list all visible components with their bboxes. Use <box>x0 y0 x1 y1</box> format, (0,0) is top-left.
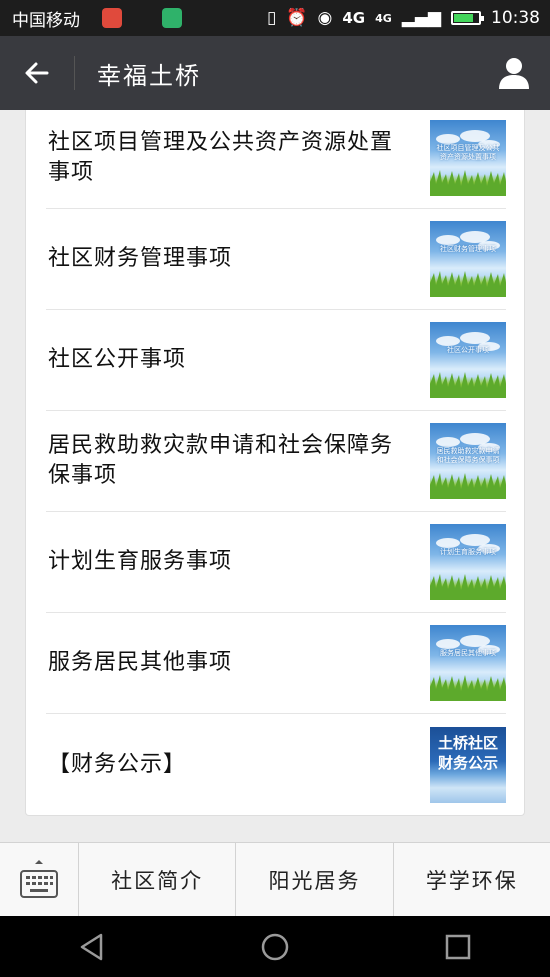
thumbnail-caption: 社区项目管理及公共资产资源处置事项 <box>436 144 500 161</box>
cloud-shape <box>436 639 460 649</box>
cloud-shape <box>436 437 460 447</box>
article-item[interactable]: 计划生育服务事项 计划生育服务事项 <box>46 512 506 613</box>
home-circle-icon <box>261 933 289 960</box>
profile-button[interactable] <box>496 55 532 91</box>
thumbnail-caption: 土桥社区财务公示 <box>437 733 498 772</box>
thumbnail-caption: 居民救助救灾款申请和社会保障务保事项 <box>436 447 500 464</box>
article-thumbnail: 土桥社区财务公示 <box>430 726 506 803</box>
signal-icon: ▂▄▆ <box>401 7 441 28</box>
page-title: 幸福土桥 <box>97 61 201 90</box>
bottom-menu: 社区简介 阳光居务 学学环保 <box>0 842 550 916</box>
status-bar: 中国移动 ▯ ⏰ ◉ 4G 4G ▂▄▆ 10:38 <box>0 0 550 36</box>
back-triangle-icon <box>80 933 102 960</box>
article-thumbnail: 社区公开事项 <box>430 322 506 398</box>
grass-shape <box>430 574 506 600</box>
grass-shape <box>430 170 506 196</box>
network-type-label: 4G <box>342 9 366 27</box>
thumbnail-caption: 社区财务管理事项 <box>440 245 496 253</box>
grass-shape <box>430 372 506 398</box>
menu-item-affairs[interactable]: 阳光居务 <box>236 843 394 916</box>
article-title: 社区财务管理事项 <box>48 246 233 271</box>
eye-icon: ◉ <box>317 7 333 28</box>
article-item[interactable]: 居民救助救灾款申请和社会保障务保事项 居民救助救灾款申请和社会保障务保事项 <box>46 411 506 512</box>
article-title: 居民救助救灾款申请和社会保障务保事项 <box>48 433 394 488</box>
keyboard-icon <box>20 859 58 898</box>
thumbnail-caption: 计划生育服务事项 <box>440 548 496 556</box>
article-item[interactable]: 服务居民其他事项 服务居民其他事项 <box>46 613 506 714</box>
article-title: 社区项目管理及公共资产资源处置事项 <box>48 130 394 185</box>
thumbnail-caption: 服务居民其他事项 <box>440 649 496 657</box>
back-button[interactable] <box>0 36 74 110</box>
article-item[interactable]: 社区项目管理及公共资产资源处置事项 社区项目管理及公共资产资源处置事项 <box>46 108 506 209</box>
keyboard-toggle-button[interactable] <box>0 843 79 916</box>
nav-home-button[interactable] <box>245 922 305 972</box>
article-item[interactable]: 【财务公示】 土桥社区财务公示 <box>46 714 506 815</box>
arrow-left-icon <box>25 62 49 84</box>
thumbnail-caption: 社区公开事项 <box>447 346 489 354</box>
vibrate-icon: ▯ <box>266 7 277 28</box>
article-thumbnail: 居民救助救灾款申请和社会保障务保事项 <box>430 423 506 499</box>
grass-shape <box>430 473 506 499</box>
recent-square-icon <box>446 934 471 959</box>
status-icons: ▯ ⏰ ◉ 4G 4G ▂▄▆ 10:38 <box>267 8 540 28</box>
battery-fill <box>454 14 473 22</box>
menu-item-environment[interactable]: 学学环保 <box>394 843 550 916</box>
menu-item-intro[interactable]: 社区简介 <box>79 843 237 916</box>
clock: 10:38 <box>491 8 540 28</box>
green-app-icon <box>162 8 182 28</box>
article-item[interactable]: 社区财务管理事项 社区财务管理事项 <box>46 209 506 310</box>
article-thumbnail: 服务居民其他事项 <box>430 625 506 701</box>
article-thumbnail: 社区财务管理事项 <box>430 221 506 297</box>
title-divider <box>74 56 75 90</box>
cloud-shape <box>436 538 460 548</box>
title-bar: 幸福土桥 <box>0 36 550 110</box>
battery-icon <box>451 11 484 25</box>
nav-recent-button[interactable] <box>428 922 488 972</box>
grass-shape <box>430 675 506 701</box>
carrier-label: 中国移动 <box>12 10 80 31</box>
cloud-shape <box>436 336 460 346</box>
article-thumbnail: 计划生育服务事项 <box>430 524 506 600</box>
network-type-small-label: 4G <box>375 11 392 25</box>
article-item[interactable]: 社区公开事项 社区公开事项 <box>46 310 506 411</box>
article-card: 社区项目管理及公共资产资源处置事项 社区项目管理及公共资产资源处置事项社区财务管理… <box>25 110 525 816</box>
system-nav-bar <box>0 916 550 977</box>
article-title: 社区公开事项 <box>48 347 187 372</box>
grass-shape <box>430 271 506 297</box>
user-icon <box>499 58 529 89</box>
alarm-icon: ⏰ <box>286 7 308 28</box>
nav-back-button[interactable] <box>62 922 122 972</box>
cloud-shape <box>436 235 460 245</box>
article-title: 计划生育服务事项 <box>48 549 233 574</box>
red-app-icon <box>102 8 122 28</box>
article-title: 【财务公示】 <box>48 751 187 777</box>
cloud-shape <box>436 134 460 144</box>
article-title: 服务居民其他事项 <box>48 650 233 675</box>
article-thumbnail: 社区项目管理及公共资产资源处置事项 <box>430 120 506 196</box>
